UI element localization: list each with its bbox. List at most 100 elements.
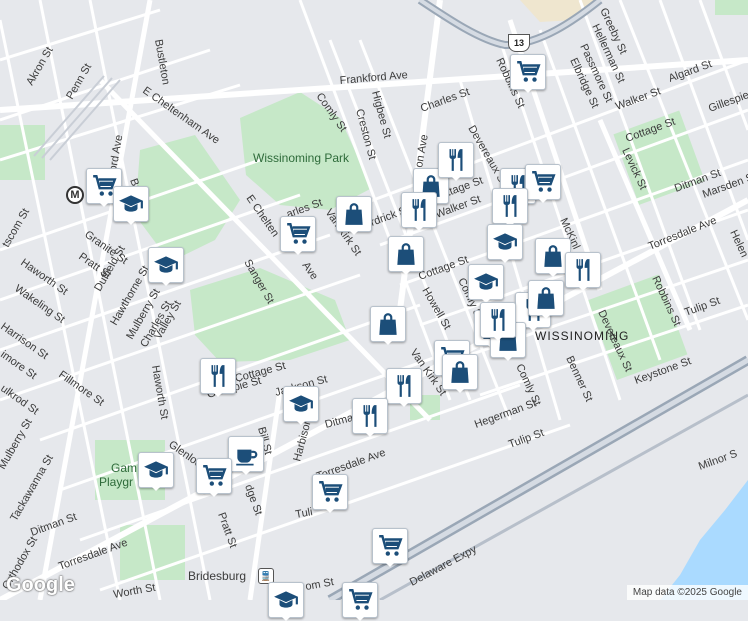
- poi-pointer: [160, 280, 172, 286]
- school-poi-marker[interactable]: [148, 247, 188, 286]
- shopping-poi-marker[interactable]: [442, 354, 482, 393]
- playground-label-1: Gam: [111, 461, 137, 475]
- restaurant-poi-marker[interactable]: [492, 188, 532, 227]
- shopping-poi-marker[interactable]: [388, 236, 428, 275]
- grocery-poi-marker[interactable]: [312, 474, 352, 513]
- school-poi-marker[interactable]: [113, 186, 153, 225]
- grocery-poi-marker[interactable]: [280, 216, 320, 255]
- school-poi-marker[interactable]: [283, 386, 323, 425]
- poi-pointer: [547, 271, 559, 277]
- poi-box: [442, 354, 478, 390]
- grocery-poi-marker[interactable]: [510, 54, 550, 93]
- shopping-poi-marker[interactable]: [528, 280, 568, 319]
- poi-pointer: [364, 431, 376, 437]
- shopping-bag-icon: [537, 287, 555, 309]
- graduation-cap-icon: [474, 273, 498, 290]
- graduation-cap-icon: [493, 233, 517, 250]
- poi-pointer: [98, 201, 110, 207]
- graduation-cap-icon: [144, 461, 168, 478]
- route-13-shield: 13: [508, 34, 530, 52]
- poi-pointer: [292, 249, 304, 255]
- poi-box: [370, 306, 406, 342]
- school-poi-marker[interactable]: [468, 264, 508, 303]
- poi-box: [492, 188, 528, 224]
- restaurant-poi-marker[interactable]: [401, 192, 441, 231]
- school-poi-marker[interactable]: [487, 224, 527, 263]
- poi-pointer: [522, 87, 534, 93]
- park-label-1: Wissinoming Park: [253, 151, 350, 165]
- metro-station-icon[interactable]: M: [66, 186, 84, 204]
- poi-pointer: [280, 615, 292, 621]
- poi-box: [268, 582, 304, 618]
- coffee-cup-icon: [236, 449, 258, 466]
- restaurant-poi-marker[interactable]: [480, 302, 520, 341]
- poi-box: [510, 54, 546, 90]
- poi-pointer: [454, 387, 466, 393]
- shopping-cart-icon: [287, 223, 311, 244]
- graduation-cap-icon: [154, 256, 178, 273]
- shopping-bag-icon: [379, 313, 397, 335]
- restaurant-poi-marker[interactable]: [386, 368, 426, 407]
- fork-knife-icon: [503, 195, 517, 217]
- restaurant-poi-marker[interactable]: [200, 358, 240, 397]
- grocery-poi-marker[interactable]: [196, 458, 236, 497]
- poi-pointer: [400, 269, 412, 275]
- poi-pointer: [499, 257, 511, 263]
- grocery-poi-marker[interactable]: [342, 582, 382, 621]
- shopping-bag-icon: [451, 361, 469, 383]
- fork-knife-icon: [412, 199, 426, 221]
- poi-pointer: [382, 339, 394, 345]
- poi-pointer: [150, 485, 162, 491]
- fork-knife-icon: [363, 405, 377, 427]
- shopping-bag-icon: [544, 245, 562, 267]
- poi-box: [480, 302, 516, 338]
- poi-box: [196, 458, 232, 494]
- park-corner: [715, 0, 748, 15]
- shopping-bag-icon: [397, 243, 415, 265]
- fork-knife-icon: [576, 259, 590, 281]
- poi-box: [528, 280, 564, 316]
- poi-box: [312, 474, 348, 510]
- shopping-cart-icon: [349, 589, 373, 610]
- grocery-poi-marker[interactable]: [372, 528, 412, 567]
- poi-pointer: [540, 313, 552, 319]
- poi-pointer: [384, 561, 396, 567]
- poi-pointer: [295, 419, 307, 425]
- shopping-bag-icon: [345, 203, 363, 225]
- poi-pointer: [413, 225, 425, 231]
- poi-pointer: [240, 469, 252, 475]
- poi-box: [468, 264, 504, 300]
- graduation-cap-icon: [119, 195, 143, 212]
- shopping-cart-icon: [203, 465, 227, 486]
- shopping-cart-icon: [379, 535, 403, 556]
- poi-box: [342, 582, 378, 618]
- poi-box: [401, 192, 437, 228]
- shopping-poi-marker[interactable]: [336, 196, 376, 235]
- poi-box: [352, 398, 388, 434]
- shopping-poi-marker[interactable]: [370, 306, 410, 345]
- poi-pointer: [492, 335, 504, 341]
- map-canvas[interactable]: Wissinoming Park WISSINOMING Gam Playgr …: [0, 0, 748, 600]
- poi-pointer: [208, 491, 220, 497]
- poi-box: [113, 186, 149, 222]
- restaurant-poi-marker[interactable]: [565, 252, 605, 291]
- poi-box: [487, 224, 523, 260]
- graduation-cap-icon: [274, 591, 298, 608]
- restaurant-poi-marker[interactable]: [438, 142, 478, 181]
- poi-pointer: [354, 615, 366, 621]
- map-attribution[interactable]: Map data ©2025 Google: [626, 585, 748, 600]
- restaurant-poi-marker[interactable]: [352, 398, 392, 437]
- poi-box: [565, 252, 601, 288]
- playground-label-2: Playgr: [99, 475, 133, 489]
- google-logo[interactable]: Google: [6, 574, 75, 597]
- fork-knife-icon: [397, 375, 411, 397]
- poi-box: [200, 358, 236, 394]
- poi-pointer: [537, 197, 549, 203]
- poi-box: [372, 528, 408, 564]
- poi-pointer: [212, 391, 224, 397]
- poi-pointer: [348, 229, 360, 235]
- school-poi-marker[interactable]: [268, 582, 308, 621]
- poi-box: [388, 236, 424, 272]
- school-poi-marker[interactable]: [138, 452, 178, 491]
- poi-box: [138, 452, 174, 488]
